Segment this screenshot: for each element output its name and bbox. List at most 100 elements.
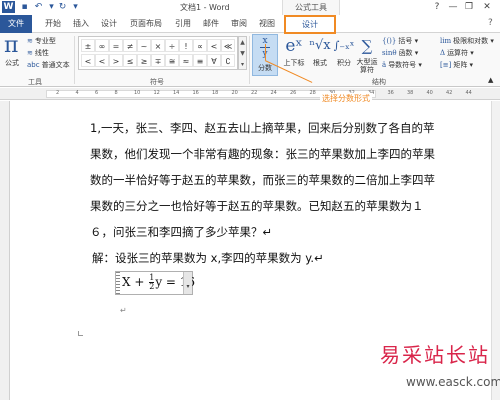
undo-icon[interactable]: ↶ — [33, 2, 44, 12]
symbol-item[interactable]: ≪ — [221, 39, 235, 52]
symbol-item[interactable]: ≈ — [179, 54, 193, 67]
formula-pi-icon[interactable]: π — [4, 33, 18, 58]
group-separator — [74, 36, 75, 84]
tab-equation-design[interactable]: 设计 — [284, 15, 336, 34]
symbol-item[interactable]: ∁ — [221, 54, 235, 67]
ruler-tick-label: 16 — [192, 90, 199, 96]
ribbon: π 公式 ≋ 专业型 ≋ 线性 abc 普通文本 工具 ± ∞ = ≠ ~ × ÷ !… — [0, 33, 500, 87]
tab-file[interactable]: 文件 — [0, 15, 32, 33]
equation-drag-handle[interactable] — [116, 272, 120, 294]
radical-button[interactable]: ⁿ√x 根式 — [308, 34, 332, 68]
vertical-scrollbar[interactable] — [491, 101, 500, 400]
tab-design-doc[interactable]: 设计 — [98, 18, 120, 33]
operator-button[interactable]: Δ 运算符 ▾ — [440, 48, 474, 58]
limit-icon: lim — [440, 37, 452, 45]
ruler-tick-label: 4 — [75, 90, 79, 96]
symbol-item[interactable]: ∀ — [207, 54, 221, 67]
symbol-item[interactable]: ± — [81, 39, 95, 52]
tab-view[interactable]: 视图 — [256, 18, 278, 33]
symbols-group-label: 符号 — [150, 78, 164, 86]
redo-icon[interactable]: ↻ — [57, 2, 68, 12]
ruler-tick-label: 18 — [212, 90, 219, 96]
script-button[interactable]: eˣ 上下标 — [281, 34, 307, 68]
symbol-item[interactable]: < — [81, 54, 95, 67]
formula-button-label[interactable]: 公式 — [5, 58, 19, 68]
close-button[interactable]: ✕ — [480, 1, 494, 13]
matrix-button[interactable]: [≡] 矩阵 ▾ — [440, 60, 473, 70]
problem-paragraph[interactable]: 1,一天，张三、李四、赵五去山上摘苹果，回来后分别数了各自的苹果数，他们发现一个… — [90, 115, 442, 245]
symbol-item[interactable]: = — [109, 39, 123, 52]
ruler-tick-label: 26 — [290, 90, 297, 96]
limit-label: 极限和对数 ▾ — [453, 37, 494, 45]
operator-label: 运算符 ▾ — [447, 49, 474, 57]
symbol-item[interactable]: ! — [179, 39, 193, 52]
symbol-item[interactable]: ≥ — [137, 54, 151, 67]
ruler-tick-label: 36 — [387, 90, 394, 96]
ribbon-tabs: 文件 开始 插入 设计 页面布局 引用 邮件 审阅 视图 设计 ? — [0, 15, 500, 34]
integral-button[interactable]: ∫₋ₓˣ 积分 — [333, 34, 355, 68]
matrix-icon: [≡] — [440, 61, 452, 69]
tab-mailings[interactable]: 邮件 — [200, 18, 222, 33]
restore-button[interactable]: ❐ — [462, 1, 476, 13]
symbol-item[interactable]: ≡ — [193, 54, 207, 67]
document-title: 文档1 - Word — [180, 3, 230, 12]
bracket-label: 括号 ▾ — [398, 37, 419, 45]
tab-help-icon[interactable]: ? — [488, 18, 493, 28]
radical-glyph: ⁿ√x — [309, 38, 331, 53]
large-operator-label: 大型运算符 — [356, 58, 378, 74]
radical-label: 根式 — [313, 59, 327, 67]
help-button[interactable]: ? — [430, 1, 444, 13]
integral-glyph: ∫₋ₓˣ — [333, 39, 355, 52]
tab-insert[interactable]: 插入 — [70, 18, 92, 33]
ruler-tick-label: 12 — [153, 90, 160, 96]
ruler-tick-label: 6 — [95, 90, 99, 96]
linear-format-button[interactable]: ≋ 线性 — [27, 48, 49, 58]
symbol-item[interactable]: × — [151, 39, 165, 52]
horizontal-ruler[interactable]: 2468101214161820222426283032343638404244 — [0, 88, 500, 100]
symbol-item[interactable]: < — [95, 54, 109, 67]
equation-box[interactable]: X + 12y = 16 ▾ — [115, 271, 195, 295]
ruler-tick-label: 2 — [56, 90, 60, 96]
function-button[interactable]: sinθ 函数 ▾ — [382, 48, 418, 58]
symbol-gallery-scroll[interactable]: ▲ ▼ ▾ — [238, 36, 247, 70]
symbol-item[interactable]: ÷ — [165, 39, 179, 52]
group-separator — [249, 36, 250, 84]
minimize-button[interactable]: — — [446, 1, 460, 13]
ruler-tick-label: 40 — [426, 90, 433, 96]
ruler-tick-label: 10 — [134, 90, 141, 96]
symbol-item[interactable]: ∝ — [193, 39, 207, 52]
word-logo-icon: W — [2, 1, 15, 13]
save-icon[interactable]: ▪ — [19, 2, 30, 12]
normal-text-label: 普通文本 — [41, 61, 70, 69]
professional-label: 专业型 — [34, 37, 56, 45]
symbol-item[interactable]: ∓ — [151, 54, 165, 67]
ruler-tick-label: 42 — [446, 90, 453, 96]
professional-format-button[interactable]: ≋ 专业型 — [27, 36, 56, 46]
undo-dropdown-icon[interactable]: ▾ — [46, 2, 57, 12]
tab-references[interactable]: 引用 — [172, 18, 194, 33]
normal-text-button[interactable]: abc 普通文本 — [27, 60, 70, 70]
symbol-item[interactable]: ~ — [137, 39, 151, 52]
symbol-item[interactable]: ≅ — [165, 54, 179, 67]
bracket-button[interactable]: {()} 括号 ▾ — [382, 36, 418, 46]
symbol-item[interactable]: ∞ — [95, 39, 109, 52]
limit-log-button[interactable]: lim 极限和对数 ▾ — [440, 36, 494, 46]
collapse-ribbon-icon[interactable]: ▲ — [488, 76, 493, 84]
matrix-label: 矩阵 ▾ — [453, 61, 474, 69]
function-label: 函数 ▾ — [398, 49, 419, 57]
tab-home[interactable]: 开始 — [42, 18, 64, 33]
accent-button[interactable]: ä 导数符号 ▾ — [382, 60, 422, 70]
symbol-item[interactable]: ≤ — [123, 54, 137, 67]
symbol-gallery: ± ∞ = ≠ ~ × ÷ ! ∝ < ≪ < < > ≤ ≥ ∓ ≅ ≈ ≡ … — [78, 36, 238, 70]
callout-line — [265, 44, 266, 60]
customize-qat-icon[interactable]: ▾ — [70, 2, 81, 12]
symbol-item[interactable]: ≠ — [123, 39, 137, 52]
vertical-ruler[interactable] — [0, 101, 10, 400]
symbol-item[interactable]: < — [207, 39, 221, 52]
equation-options-dropdown[interactable]: ▾ — [183, 272, 192, 294]
tab-review[interactable]: 审阅 — [228, 18, 250, 33]
large-operator-button[interactable]: ∑ 大型运算符 — [356, 34, 378, 74]
answer-paragraph[interactable]: 解：设张三的苹果数为 x,李四的苹果数为 y.↵ — [92, 250, 324, 266]
symbol-item[interactable]: > — [109, 54, 123, 67]
tab-page-layout[interactable]: 页面布局 — [128, 18, 164, 33]
